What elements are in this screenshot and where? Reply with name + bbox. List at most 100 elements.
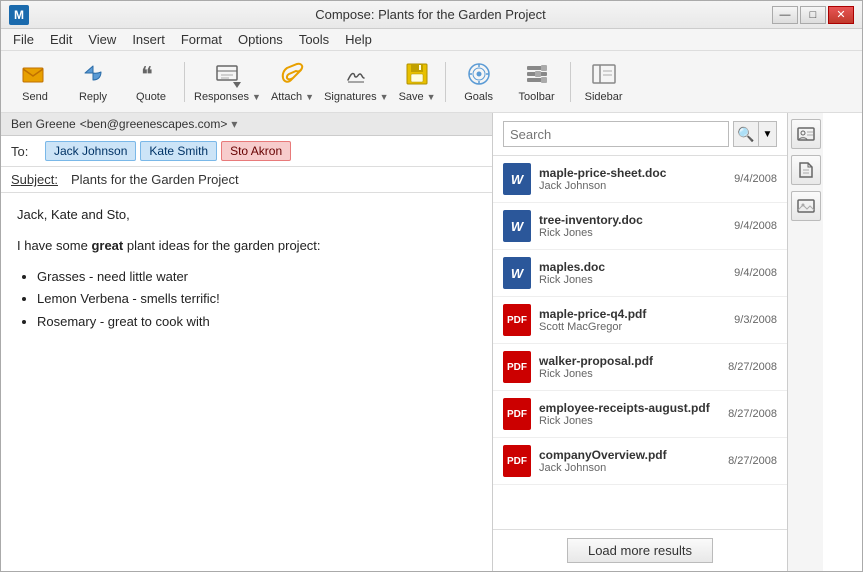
file-list-item[interactable]: PDFemployee-receipts-august.pdfRick Jone… [493, 391, 787, 438]
file-date: 8/27/2008 [728, 408, 777, 420]
toolbar-sep-1 [184, 62, 185, 102]
pdf-file-icon: PDF [503, 445, 531, 477]
maximize-button[interactable]: □ [800, 6, 826, 24]
goals-button[interactable]: Goals [451, 55, 507, 109]
svg-text:❝: ❝ [141, 62, 153, 87]
load-more-area: Load more results [493, 529, 787, 571]
file-date: 9/4/2008 [734, 267, 777, 279]
pdf-file-icon: PDF [503, 351, 531, 383]
file-person: Rick Jones [539, 227, 726, 239]
responses-dropdown-arrow: ▼ [252, 92, 261, 102]
file-list-item[interactable]: PDFcompanyOverview.pdfJack Johnson8/27/2… [493, 438, 787, 485]
file-list-item[interactable]: Wmaple-price-sheet.docJack Johnson 9/4/20… [493, 156, 787, 203]
document-button[interactable] [791, 155, 821, 185]
file-date: 9/4/2008 [734, 220, 777, 232]
document-icon [797, 161, 815, 179]
sender-email: <ben@greenescapes.com> [80, 117, 228, 131]
side-icons-panel [787, 113, 823, 571]
toolbar-icon [523, 60, 551, 88]
recipient-chip-jack[interactable]: Jack Johnson [45, 141, 136, 161]
list-item: Rosemary - great to cook with [37, 312, 476, 333]
sender-dropdown-arrow[interactable]: ▾ [231, 117, 237, 131]
attach-button[interactable]: Attach ▼ [267, 55, 318, 109]
file-list-item[interactable]: PDF maple-price-q4.pdfScott MacGregor 9/3/… [493, 297, 787, 344]
file-name: maples.doc [539, 260, 726, 274]
image-button[interactable] [791, 191, 821, 221]
signatures-button[interactable]: Signatures ▼ [320, 55, 393, 109]
save-button[interactable]: Save ▼ [395, 55, 440, 109]
image-icon [797, 197, 815, 215]
file-name: walker-proposal.pdf [539, 354, 720, 368]
to-label: To: [11, 144, 41, 159]
menu-item-tools[interactable]: Tools [291, 30, 337, 49]
main-window: M Compose: Plants for the Garden Project… [0, 0, 863, 572]
file-name: tree-inventory.doc [539, 213, 726, 227]
menu-item-insert[interactable]: Insert [124, 30, 173, 49]
file-name: maple-price-sheet.doc [539, 166, 726, 180]
file-name: employee-receipts-august.pdf [539, 401, 720, 415]
file-date: 9/4/2008 [734, 173, 777, 185]
search-dropdown-button[interactable]: ▼ [758, 122, 776, 146]
file-person: Jack Johnson [539, 180, 726, 192]
file-list-item[interactable]: Wmaples.docRick Jones 9/4/2008 [493, 250, 787, 297]
window-controls: — □ ✕ [772, 6, 854, 24]
signatures-dropdown-arrow: ▼ [380, 92, 389, 102]
search-input[interactable] [503, 121, 729, 147]
file-list: Wmaple-price-sheet.docJack Johnson 9/4/20… [493, 156, 787, 529]
file-list-item[interactable]: PDF walker-proposal.pdfRick Jones 8/27/200… [493, 344, 787, 391]
reply-icon [79, 60, 107, 88]
quote-button[interactable]: ❝ Quote [123, 55, 179, 109]
file-name: maple-price-q4.pdf [539, 307, 726, 321]
file-person: Rick Jones [539, 368, 720, 380]
subject-row: Subject: Plants for the Garden Project [1, 167, 492, 193]
menu-item-file[interactable]: File [5, 30, 42, 49]
save-dropdown-arrow: ▼ [427, 92, 436, 102]
send-button[interactable]: Send [7, 55, 63, 109]
menu-item-edit[interactable]: Edit [42, 30, 80, 49]
contact-card-button[interactable] [791, 119, 821, 149]
pdf-file-icon: PDF [503, 304, 531, 336]
menu-item-format[interactable]: Format [173, 30, 230, 49]
load-more-button[interactable]: Load more results [567, 538, 713, 563]
subject-value: Plants for the Garden Project [71, 172, 239, 187]
left-panel: Ben Greene <ben@greenescapes.com> ▾ To: … [1, 113, 493, 571]
search-bar: 🔍 ▼ [493, 113, 787, 156]
file-list-item[interactable]: Wtree-inventory.docRick Jones 9/4/2008 [493, 203, 787, 250]
file-name: companyOverview.pdf [539, 448, 720, 462]
quote-icon: ❝ [137, 60, 165, 88]
right-panel-content: 🔍 ▼ Wmaple-price-sheet.docJack Johnson 9/… [493, 113, 787, 571]
search-btn-group: 🔍 ▼ [733, 121, 777, 147]
toolbar-button[interactable]: Toolbar [509, 55, 565, 109]
recipients-row: To: Jack Johnson Kate Smith Sto Akron [1, 136, 492, 167]
contact-card-icon [797, 125, 815, 143]
responses-button[interactable]: Responses ▼ [190, 55, 265, 109]
window-title: Compose: Plants for the Garden Project [89, 7, 772, 22]
send-icon [21, 60, 49, 88]
body-line1: I have some great plant ideas for the ga… [17, 236, 476, 257]
word-file-icon: W [503, 163, 531, 195]
sidebar-button[interactable]: Sidebar [576, 55, 632, 109]
file-date: 9/3/2008 [734, 314, 777, 326]
list-item: Grasses - need little water [37, 267, 476, 288]
compose-area: Ben Greene <ben@greenescapes.com> ▾ To: … [1, 113, 862, 571]
word-file-icon: W [503, 210, 531, 242]
attach-icon [279, 60, 307, 88]
minimize-button[interactable]: — [772, 6, 798, 24]
recipient-chip-sto[interactable]: Sto Akron [221, 141, 291, 161]
word-file-icon: W [503, 257, 531, 289]
toolbar-sep-3 [570, 62, 571, 102]
file-person: Scott MacGregor [539, 321, 726, 333]
attach-dropdown-arrow: ▼ [305, 92, 314, 102]
signatures-icon [342, 60, 370, 88]
file-person: Rick Jones [539, 274, 726, 286]
search-submit-button[interactable]: 🔍 [734, 122, 758, 146]
recipient-chip-kate[interactable]: Kate Smith [140, 141, 217, 161]
reply-button[interactable]: Reply [65, 55, 121, 109]
menu-item-options[interactable]: Options [230, 30, 291, 49]
close-button[interactable]: ✕ [828, 6, 854, 24]
menu-item-help[interactable]: Help [337, 30, 380, 49]
menu-item-view[interactable]: View [80, 30, 124, 49]
bullet-list: Grasses - need little waterLemon Verbena… [37, 267, 476, 333]
file-date: 8/27/2008 [728, 455, 777, 467]
file-date: 8/27/2008 [728, 361, 777, 373]
